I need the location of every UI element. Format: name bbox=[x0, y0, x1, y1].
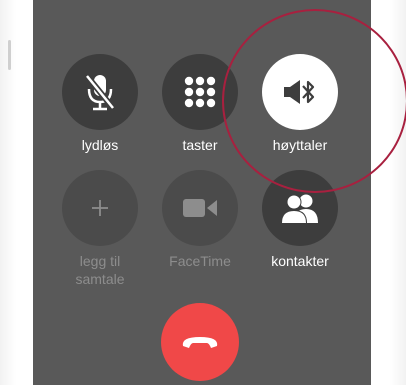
keypad-label: taster bbox=[182, 137, 218, 153]
contacts-label: kontakter bbox=[271, 253, 329, 269]
contacts-button[interactable] bbox=[262, 170, 338, 246]
video-camera-icon bbox=[182, 197, 218, 219]
keypad-button[interactable] bbox=[162, 54, 238, 130]
in-call-screen: lydløs taster høyttaler legg til samtale… bbox=[33, 0, 371, 385]
phone-side-button bbox=[8, 40, 11, 70]
facetime-label: FaceTime bbox=[169, 253, 231, 269]
plus-icon bbox=[90, 198, 110, 218]
add-call-label-line2: samtale bbox=[75, 271, 125, 287]
keypad-icon bbox=[184, 76, 216, 108]
add-call-button[interactable] bbox=[62, 170, 138, 246]
mute-button[interactable] bbox=[62, 54, 138, 130]
speaker-button[interactable] bbox=[262, 54, 338, 130]
mute-label: lydløs bbox=[81, 137, 119, 153]
add-call-label-line1: legg til bbox=[79, 253, 121, 269]
contacts-icon bbox=[280, 193, 320, 223]
end-call-button[interactable] bbox=[161, 303, 239, 381]
speaker-label: høyttaler bbox=[272, 137, 328, 153]
microphone-muted-icon bbox=[82, 72, 118, 112]
facetime-button[interactable] bbox=[162, 170, 238, 246]
end-call-icon bbox=[180, 333, 220, 351]
speaker-bluetooth-icon bbox=[283, 78, 317, 106]
